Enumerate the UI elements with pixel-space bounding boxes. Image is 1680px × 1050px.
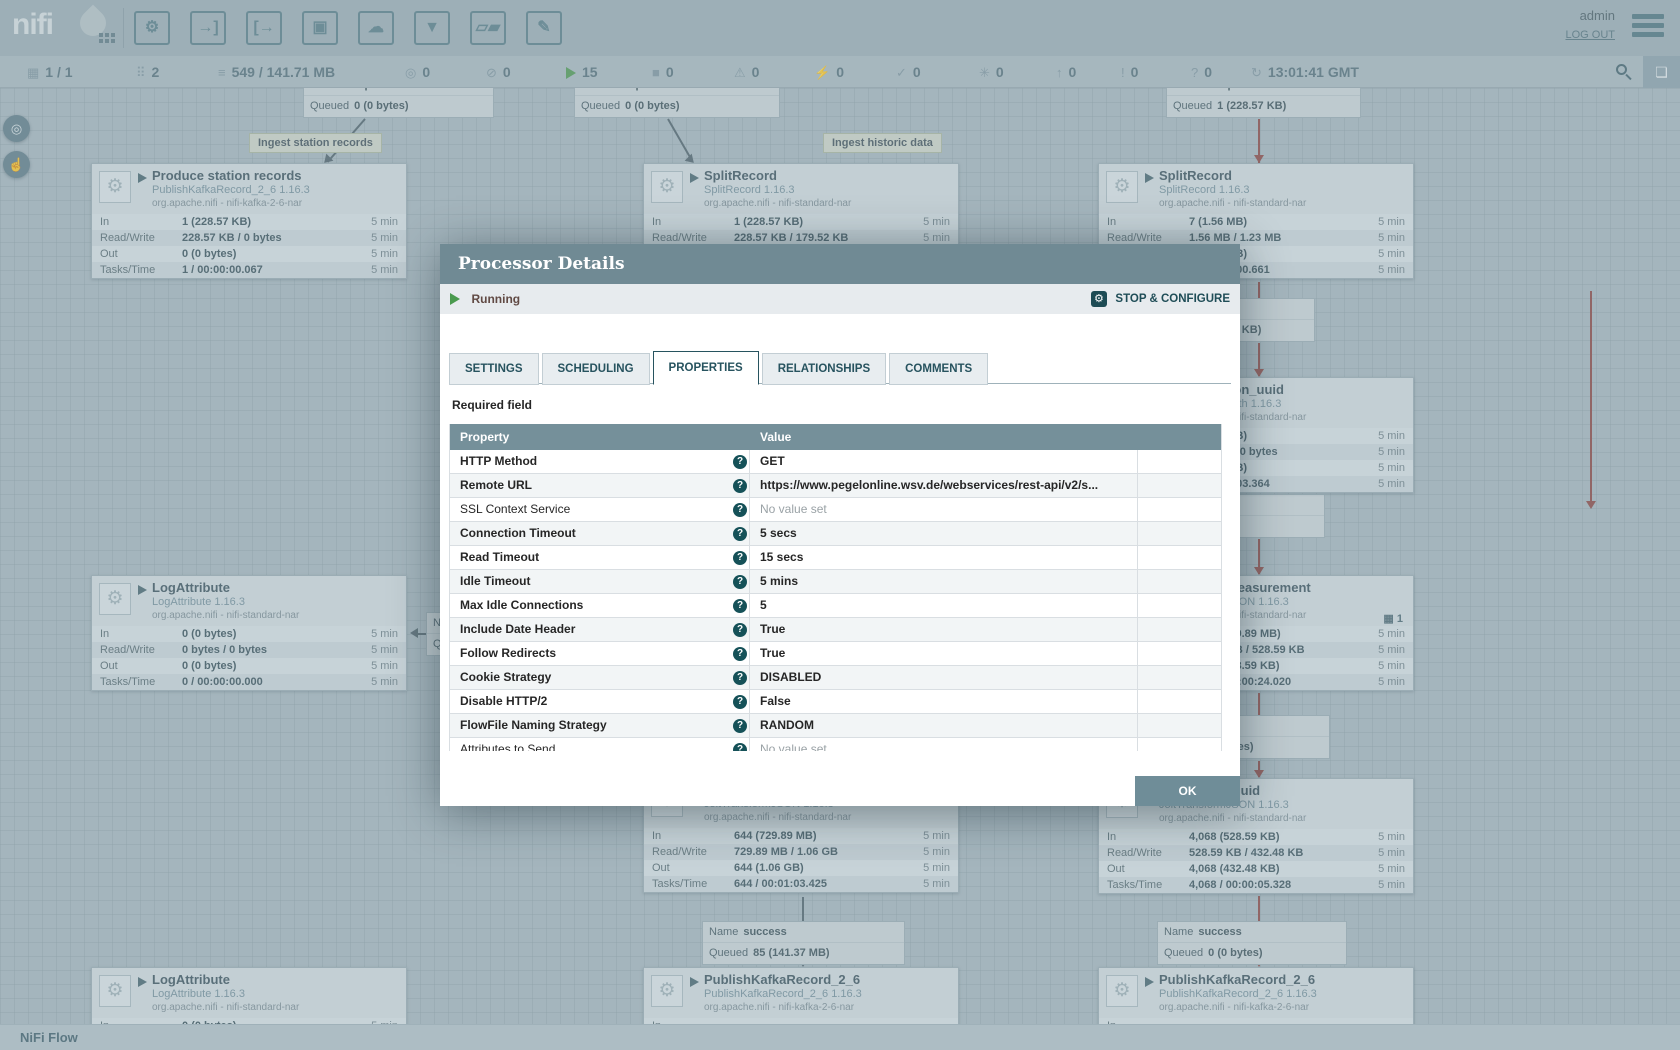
property-row: Cookie Strategy? DISABLED: [450, 666, 1221, 690]
property-value: DISABLED: [760, 666, 821, 689]
help-icon[interactable]: ?: [733, 599, 747, 613]
dialog-status-bar: Running ⚙ STOP & CONFIGURE: [440, 284, 1240, 314]
tab-relationships[interactable]: RELATIONSHIPS: [762, 353, 886, 385]
property-name: Read Timeout: [460, 546, 539, 569]
property-value: RANDOM: [760, 714, 814, 737]
tab-comments[interactable]: COMMENTS: [889, 353, 988, 385]
column-divider: [1137, 450, 1138, 751]
property-value: 5 secs: [760, 522, 797, 545]
running-state-label: Running: [471, 292, 520, 306]
tab-scheduling[interactable]: SCHEDULING: [542, 353, 650, 385]
help-icon[interactable]: ?: [733, 527, 747, 541]
property-name: Connection Timeout: [460, 522, 576, 545]
property-row: Include Date Header? True: [450, 618, 1221, 642]
help-icon[interactable]: ?: [733, 455, 747, 469]
property-row: Follow Redirects? True: [450, 642, 1221, 666]
property-value: No value set: [760, 498, 827, 521]
help-icon[interactable]: ?: [733, 647, 747, 661]
column-header-property: Property: [460, 424, 509, 450]
processor-details-dialog: Processor Details Running ⚙ STOP & CONFI…: [440, 244, 1240, 806]
property-row: Attributes to Send? No value set: [450, 738, 1221, 751]
help-icon[interactable]: ?: [733, 551, 747, 565]
property-row: FlowFile Naming Strategy? RANDOM: [450, 714, 1221, 738]
tab-properties[interactable]: PROPERTIES: [653, 351, 759, 385]
dialog-title: Processor Details: [440, 244, 1240, 284]
property-name: Follow Redirects: [460, 642, 556, 665]
column-header-value: Value: [760, 424, 791, 450]
help-icon[interactable]: ?: [733, 671, 747, 685]
property-value: GET: [760, 450, 785, 473]
property-name: HTTP Method: [460, 450, 537, 473]
property-row: Max Idle Connections? 5: [450, 594, 1221, 618]
property-row: Idle Timeout? 5 mins: [450, 570, 1221, 594]
property-name: Attributes to Send: [460, 738, 555, 751]
property-value: 15 secs: [760, 546, 803, 569]
property-value: 5: [760, 594, 767, 617]
running-state-icon: [450, 293, 460, 305]
help-icon[interactable]: ?: [733, 503, 747, 517]
stop-and-configure-button[interactable]: ⚙ STOP & CONFIGURE: [1091, 284, 1230, 314]
property-value: True: [760, 618, 785, 641]
property-row: Disable HTTP/2? False: [450, 690, 1221, 714]
property-name: Include Date Header: [460, 618, 575, 641]
property-name: Cookie Strategy: [460, 666, 551, 689]
property-value: False: [760, 690, 791, 713]
property-row: Remote URL? https://www.pegelonline.wsv.d…: [450, 474, 1221, 498]
required-field-note: Required field: [452, 398, 532, 412]
help-icon[interactable]: ?: [733, 479, 747, 493]
dialog-tabs: SETTINGSSCHEDULINGPROPERTIESRELATIONSHIP…: [449, 350, 1231, 384]
ok-button[interactable]: OK: [1135, 776, 1240, 806]
property-row: Connection Timeout? 5 secs: [450, 522, 1221, 546]
properties-table: Property Value HTTP Method?GETRemote URL…: [449, 424, 1222, 751]
help-icon[interactable]: ?: [733, 719, 747, 733]
property-value: No value set: [760, 738, 827, 751]
properties-table-header: Property Value: [450, 424, 1221, 450]
property-name: Disable HTTP/2: [460, 690, 547, 713]
gear-icon: ⚙: [1091, 291, 1107, 307]
property-name: Idle Timeout: [460, 570, 530, 593]
property-value: 5 mins: [760, 570, 798, 593]
help-icon[interactable]: ?: [733, 695, 747, 709]
tab-settings[interactable]: SETTINGS: [449, 353, 539, 385]
help-icon[interactable]: ?: [733, 623, 747, 637]
help-icon[interactable]: ?: [733, 743, 747, 751]
property-name: FlowFile Naming Strategy: [460, 714, 607, 737]
property-name: Max Idle Connections: [460, 594, 583, 617]
property-name: SSL Context Service: [460, 498, 570, 521]
help-icon[interactable]: ?: [733, 575, 747, 589]
property-value: True: [760, 642, 785, 665]
property-value: https://www.pegelonline.wsv.de/webservic…: [760, 474, 1098, 497]
property-row: HTTP Method? GET: [450, 450, 1221, 474]
property-row: SSL Context Service? No value set: [450, 498, 1221, 522]
property-row: Read Timeout? 15 secs: [450, 546, 1221, 570]
column-divider: [749, 450, 750, 751]
property-name: Remote URL: [460, 474, 532, 497]
